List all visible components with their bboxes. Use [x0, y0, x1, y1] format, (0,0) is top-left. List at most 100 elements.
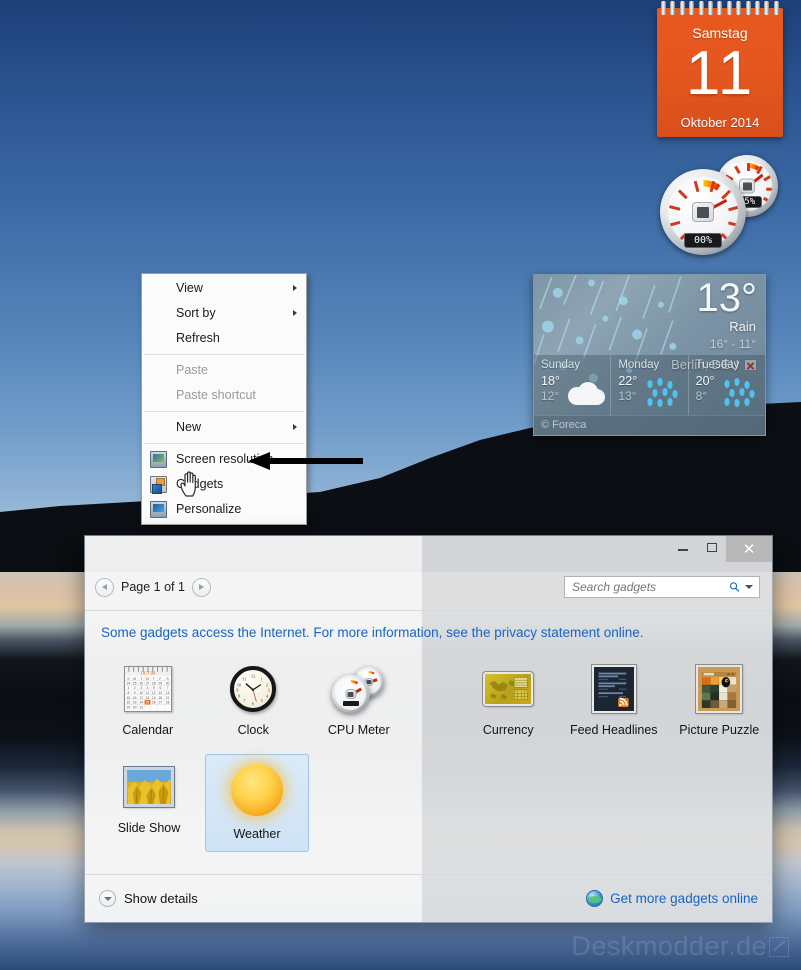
svg-text:7: 7	[244, 698, 246, 703]
cpu-readout: 00%	[684, 233, 722, 248]
show-details-label: Show details	[124, 891, 198, 906]
memory-chip-icon	[739, 178, 755, 194]
context-menu-item-paste: Paste	[142, 358, 306, 383]
search-box[interactable]	[564, 576, 760, 598]
svg-text:5: 5	[261, 698, 263, 703]
maximize-button[interactable]	[697, 536, 726, 558]
monitor-icon	[150, 451, 167, 468]
calendar-spiral-rings	[661, 1, 779, 15]
svg-text:OCT 06: OCT 06	[140, 671, 155, 676]
pager: Page 1 of 1	[95, 577, 211, 597]
gadget-item-cpu-meter[interactable]: CPU Meter	[308, 656, 410, 748]
gadget-item-calendar[interactable]: OCT 06 W S M T T F S 24 25 26 27 28 29 3…	[97, 656, 199, 748]
svg-text:24: 24	[139, 701, 143, 705]
minimize-button[interactable]	[668, 536, 697, 558]
gadget-item-feed-headlines[interactable]: Feed Headlines	[563, 656, 665, 748]
context-menu-label: View	[176, 281, 203, 295]
svg-text:9: 9	[133, 691, 135, 695]
weather-forecast-row: Sunday 18° 12° Monday 22° 13° Tuesday 20…	[534, 355, 765, 415]
weather-sun-thumb-icon	[229, 761, 285, 819]
calendar-thumb-icon: OCT 06 W S M T T F S 24 25 26 27 28 29 3…	[120, 663, 176, 715]
previous-page-button[interactable]	[95, 577, 114, 597]
svg-text:6: 6	[159, 686, 161, 690]
desktop-context-menu[interactable]: View Sort by Refresh Paste Paste shortcu…	[141, 273, 307, 525]
picture-puzzle-thumb-icon	[691, 663, 747, 715]
calendar-day-number: 11	[685, 39, 755, 108]
gadget-item-weather[interactable]: Weather	[205, 754, 309, 852]
svg-text:10: 10	[237, 683, 241, 688]
weather-current-temp: 13°	[696, 276, 758, 320]
context-menu-item-view[interactable]: View	[142, 276, 306, 301]
forecast-day-monday: Monday 22° 13°	[611, 355, 689, 415]
svg-text:W: W	[146, 677, 150, 681]
svg-text:28: 28	[152, 681, 156, 685]
svg-text:28: 28	[166, 701, 170, 705]
chevron-down-icon[interactable]	[745, 585, 753, 589]
gadget-item-currency[interactable]: Currency	[458, 656, 560, 748]
cpu-meter-thumb-icon	[331, 663, 387, 715]
clock-thumb-icon: 12 1 2 345 678 9 10 11	[225, 663, 281, 715]
context-menu-item-refresh[interactable]: Refresh	[142, 326, 306, 351]
context-menu-separator	[144, 411, 304, 412]
context-menu-item-personalize[interactable]: Personalize	[142, 497, 306, 522]
forecast-day-name: Tuesday	[695, 359, 740, 371]
show-details-button[interactable]: Show details	[99, 890, 198, 907]
svg-text:19: 19	[152, 696, 156, 700]
svg-text:29: 29	[126, 705, 130, 709]
gadget-grid-row: Slide Show Weather	[95, 754, 772, 858]
currency-thumb-icon	[480, 663, 536, 715]
context-menu-separator	[144, 443, 304, 444]
gadget-gallery-window[interactable]: ✕ Page 1 of 1 Some gadgets access the In…	[84, 535, 773, 923]
gadget-label: Slide Show	[117, 821, 181, 835]
cloudy-icon	[568, 382, 606, 405]
gadget-item-picture-puzzle[interactable]: Picture Puzzle	[669, 656, 771, 748]
forecast-day-tuesday: Tuesday 20° 8°	[689, 355, 765, 415]
search-input[interactable]	[572, 580, 729, 594]
gadget-grid: OCT 06 W S M T T F S 24 25 26 27 28 29 3…	[85, 646, 772, 858]
personalize-icon	[150, 501, 167, 518]
weather-condition: Rain	[729, 319, 756, 334]
svg-text:26: 26	[139, 681, 143, 685]
svg-text:8: 8	[127, 691, 129, 695]
next-page-button[interactable]	[191, 577, 211, 597]
svg-text:7: 7	[166, 686, 168, 690]
rain-icon	[724, 378, 755, 407]
gadget-item-slide-show[interactable]: Slide Show	[97, 754, 201, 846]
svg-text:11: 11	[146, 691, 150, 695]
weather-gadget[interactable]: 13° Rain 16° - 11° Berlin, DEU Sunday 18…	[533, 274, 766, 436]
window-titlebar[interactable]: ✕	[85, 536, 772, 564]
context-menu-separator	[144, 354, 304, 355]
search-icon[interactable]	[729, 580, 740, 594]
svg-text:25: 25	[133, 681, 137, 685]
privacy-notice[interactable]: Some gadgets access the Internet. For mo…	[85, 611, 772, 646]
context-menu-label: Personalize	[176, 502, 242, 516]
get-more-gadgets-link[interactable]: Get more gadgets online	[586, 890, 758, 907]
svg-text:25: 25	[145, 701, 149, 705]
gadget-item-clock[interactable]: 12 1 2 345 678 9 10 11 Clock	[203, 656, 305, 748]
svg-text:31: 31	[139, 705, 143, 709]
context-menu-item-new[interactable]: New	[142, 415, 306, 440]
svg-text:23: 23	[133, 701, 137, 705]
rain-icon	[647, 378, 678, 407]
svg-text:3: 3	[140, 686, 142, 690]
chevron-right-icon	[293, 424, 297, 430]
gallery-statusbar: Show details Get more gadgets online	[85, 875, 772, 922]
gallery-toolbar: Page 1 of 1	[85, 564, 772, 610]
chevron-right-icon	[293, 310, 297, 316]
watermark-text: Deskmodder.de	[571, 931, 767, 961]
calendar-gadget[interactable]: Samstag 11 Oktober 2014	[657, 1, 783, 137]
window-controls[interactable]: ✕	[668, 536, 772, 562]
cpu-meter-gadget[interactable]: 25% 00%	[660, 155, 778, 255]
svg-text:27: 27	[158, 701, 162, 705]
svg-text:M: M	[133, 677, 136, 681]
chevron-down-icon[interactable]	[99, 890, 116, 907]
context-menu-item-sort-by[interactable]: Sort by	[142, 301, 306, 326]
svg-text:12: 12	[152, 691, 156, 695]
svg-text:29: 29	[158, 681, 162, 685]
context-menu-item-gadgets[interactable]: Gadgets	[142, 472, 306, 497]
svg-text:1: 1	[261, 676, 263, 681]
svg-text:T: T	[152, 677, 154, 681]
forecast-day-sunday: Sunday 18° 12°	[534, 355, 612, 415]
close-button[interactable]: ✕	[726, 536, 772, 562]
svg-text:18: 18	[145, 696, 149, 700]
